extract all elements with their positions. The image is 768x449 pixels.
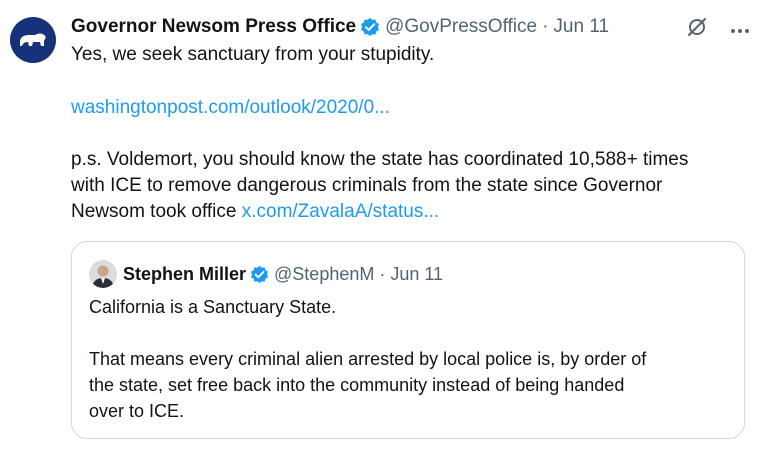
tweet-ps-line-1: p.s. Voldemort, you should know the stat… <box>71 149 689 170</box>
quoted-para2-line-2: the state, set free back into the commun… <box>89 375 625 395</box>
quoted-tweet-date[interactable]: Jun 11 <box>390 262 443 286</box>
bear-logo-icon <box>20 33 46 46</box>
grok-icon[interactable] <box>686 16 708 43</box>
quoted-tweet-header: Stephen Miller @StephenM · Jun 11 <box>89 260 443 288</box>
tweet-header: Governor Newsom Press Office @GovPressOf… <box>71 15 609 39</box>
tweet-link-1[interactable]: washingtonpost.com/outlook/2020/0... <box>71 95 751 121</box>
quoted-author-avatar[interactable] <box>89 260 117 288</box>
author-handle[interactable]: @GovPressOffice <box>385 15 537 39</box>
author-avatar[interactable] <box>10 17 56 63</box>
quoted-para2-line-1: That means every criminal alien arrested… <box>89 349 647 369</box>
quoted-para2-line-3: over to ICE. <box>89 401 185 421</box>
quoted-author-handle[interactable]: @StephenM <box>274 262 374 286</box>
tweet-link-2[interactable]: x.com/ZavalaA/status... <box>242 201 439 222</box>
quoted-meta-separator: · <box>379 264 386 284</box>
tweet-date[interactable]: Jun 11 <box>553 15 609 39</box>
meta-separator: · <box>542 16 549 37</box>
tweet-actions-top <box>686 16 750 43</box>
tweet-ps-line-3: Newsom took office x.com/ZavalaA/status.… <box>71 199 751 225</box>
verified-badge-icon <box>360 17 380 37</box>
author-name[interactable]: Governor Newsom Press Office <box>71 15 356 39</box>
tweet-ps-line-2: with ICE to remove dangerous criminals f… <box>71 175 663 196</box>
quoted-tweet-card[interactable]: Stephen Miller @StephenM · Jun 11 Califo… <box>71 241 745 439</box>
quoted-author-name[interactable]: Stephen Miller <box>123 262 246 286</box>
tweet-ps-line-3-text: Newsom took office <box>71 201 237 222</box>
tweet-line-1: Yes, we seek sanctuary from your stupidi… <box>71 44 435 65</box>
quoted-verified-badge-icon <box>250 265 269 284</box>
quoted-line-1: California is a Sanctuary State. <box>89 297 337 317</box>
more-options-icon[interactable] <box>730 21 750 39</box>
